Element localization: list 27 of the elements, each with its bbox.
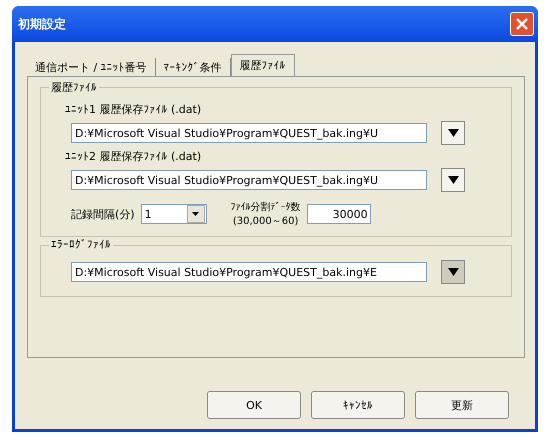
dropdown[interactable]: 1 bbox=[140, 204, 207, 224]
caret-icon bbox=[192, 212, 200, 216]
input-field[interactable]: D:¥Microsoft Visual Studio¥Program¥QUEST_bak.ing¥E bbox=[71, 262, 427, 282]
tab[interactable]: 通信ポート / ﾕﾆｯﾄ番号 bbox=[27, 58, 156, 76]
tab[interactable]: 履歴ﾌｧｲﾙ bbox=[230, 54, 295, 76]
input-field[interactable]: D:¥Microsoft Visual Studio¥Program¥QUEST_bak.ing¥U bbox=[71, 123, 427, 143]
input-field[interactable]: D:¥Microsoft Visual Studio¥Program¥QUEST_bak.ing¥U bbox=[71, 170, 427, 190]
dialog-button[interactable]: ｷｬﾝｾﾙ bbox=[311, 391, 405, 419]
group-title: ｴﾗｰﾛｸﾞﾌｧｲﾙ bbox=[49, 238, 113, 251]
field-label: ﾕﾆｯﾄ2 履歴保存ﾌｧｲﾙ (.dat) bbox=[65, 149, 202, 164]
dialog-button[interactable]: 更新 bbox=[415, 391, 509, 419]
range-hint: (30,000～60) bbox=[232, 215, 298, 228]
number-field[interactable]: 30000 bbox=[306, 204, 371, 224]
window-title: 初期設定 bbox=[18, 16, 66, 32]
dialog-button[interactable]: OK bbox=[207, 391, 301, 419]
group-title: 履歴ﾌｧｲﾙ bbox=[49, 80, 99, 95]
caret-icon bbox=[448, 268, 458, 276]
field-label: ﾌｧｲﾙ分割ﾃﾞｰﾀ数 bbox=[230, 200, 301, 214]
dropdown-button[interactable] bbox=[441, 168, 465, 192]
close-icon bbox=[516, 18, 528, 30]
caret-icon bbox=[448, 176, 458, 184]
caret-icon bbox=[448, 129, 458, 137]
field-label: ﾕﾆｯﾄ1 履歴保存ﾌｧｲﾙ (.dat) bbox=[65, 102, 202, 117]
field-label: 記録間隔(分) bbox=[71, 206, 135, 222]
close-button[interactable] bbox=[510, 12, 534, 36]
dropdown-button[interactable] bbox=[441, 260, 465, 284]
dropdown-button[interactable] bbox=[441, 121, 465, 145]
